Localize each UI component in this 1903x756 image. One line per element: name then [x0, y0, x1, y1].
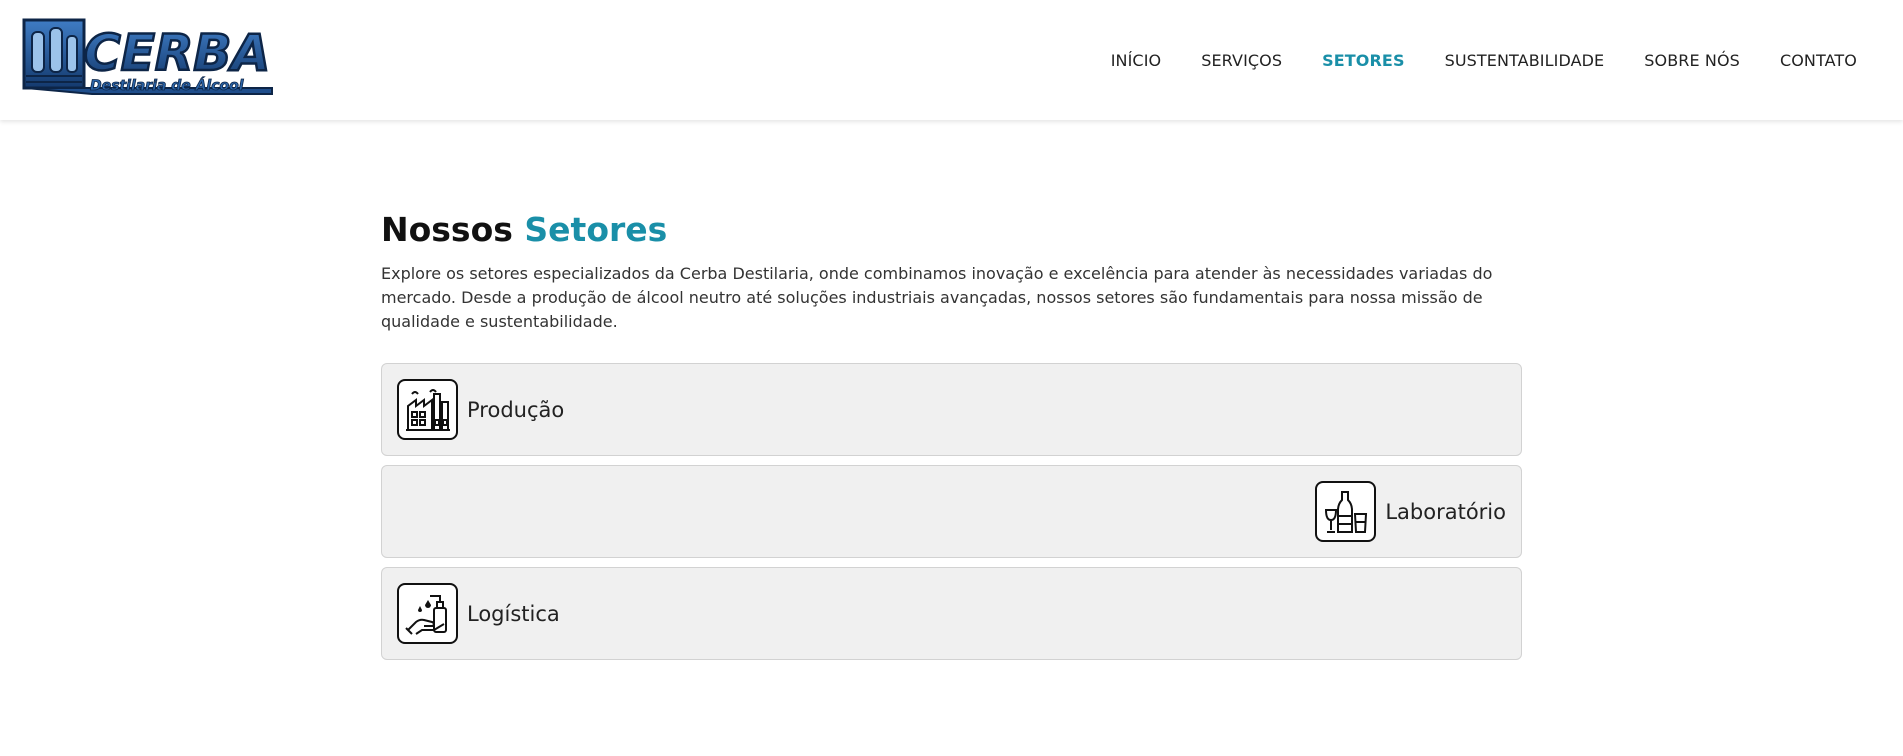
sector-card-logistica[interactable]: Logística — [381, 567, 1522, 660]
nav-setores[interactable]: SETORES — [1322, 51, 1404, 70]
main-nav: INÍCIO SERVIÇOS SETORES SUSTENTABILIDADE… — [1071, 0, 1857, 120]
sectors-section: Nossos Setores Explore os setores especi… — [381, 208, 1522, 669]
logo-graphic: CERBA Destilaria de Álcool — [22, 18, 273, 95]
factory-icon — [397, 379, 458, 440]
sector-label: Logística — [467, 601, 560, 626]
sector-label: Produção — [467, 397, 565, 422]
bottles-icon — [1315, 481, 1377, 542]
section-description: Explore os setores especializados da Cer… — [381, 264, 1493, 331]
title-part-2: Setores — [524, 210, 668, 249]
hand-sanitizer-icon — [397, 583, 458, 644]
nav-inicio[interactable]: INÍCIO — [1111, 51, 1162, 70]
sector-card-producao[interactable]: Produção — [381, 363, 1522, 456]
logo-tagline: Destilaria de Álcool — [90, 77, 244, 94]
logo-wordmark: CERBA — [84, 24, 270, 82]
page-title: Nossos Setores — [381, 208, 1522, 252]
sector-list: Produção Laboratório Logística — [381, 363, 1522, 660]
nav-sustentabilidade[interactable]: SUSTENTABILIDADE — [1445, 51, 1605, 70]
sector-card-laboratorio[interactable]: Laboratório — [381, 465, 1522, 558]
site-header: CERBA Destilaria de Álcool INÍCIO SERVIÇ… — [0, 0, 1903, 120]
nav-servicos[interactable]: SERVIÇOS — [1201, 51, 1282, 70]
nav-sobre-nos[interactable]: SOBRE NÓS — [1644, 51, 1740, 70]
title-part-1: Nossos — [381, 210, 513, 249]
cerba-logo[interactable]: CERBA Destilaria de Álcool — [22, 18, 274, 100]
sector-label: Laboratório — [1385, 499, 1506, 524]
nav-contato[interactable]: CONTATO — [1780, 51, 1857, 70]
